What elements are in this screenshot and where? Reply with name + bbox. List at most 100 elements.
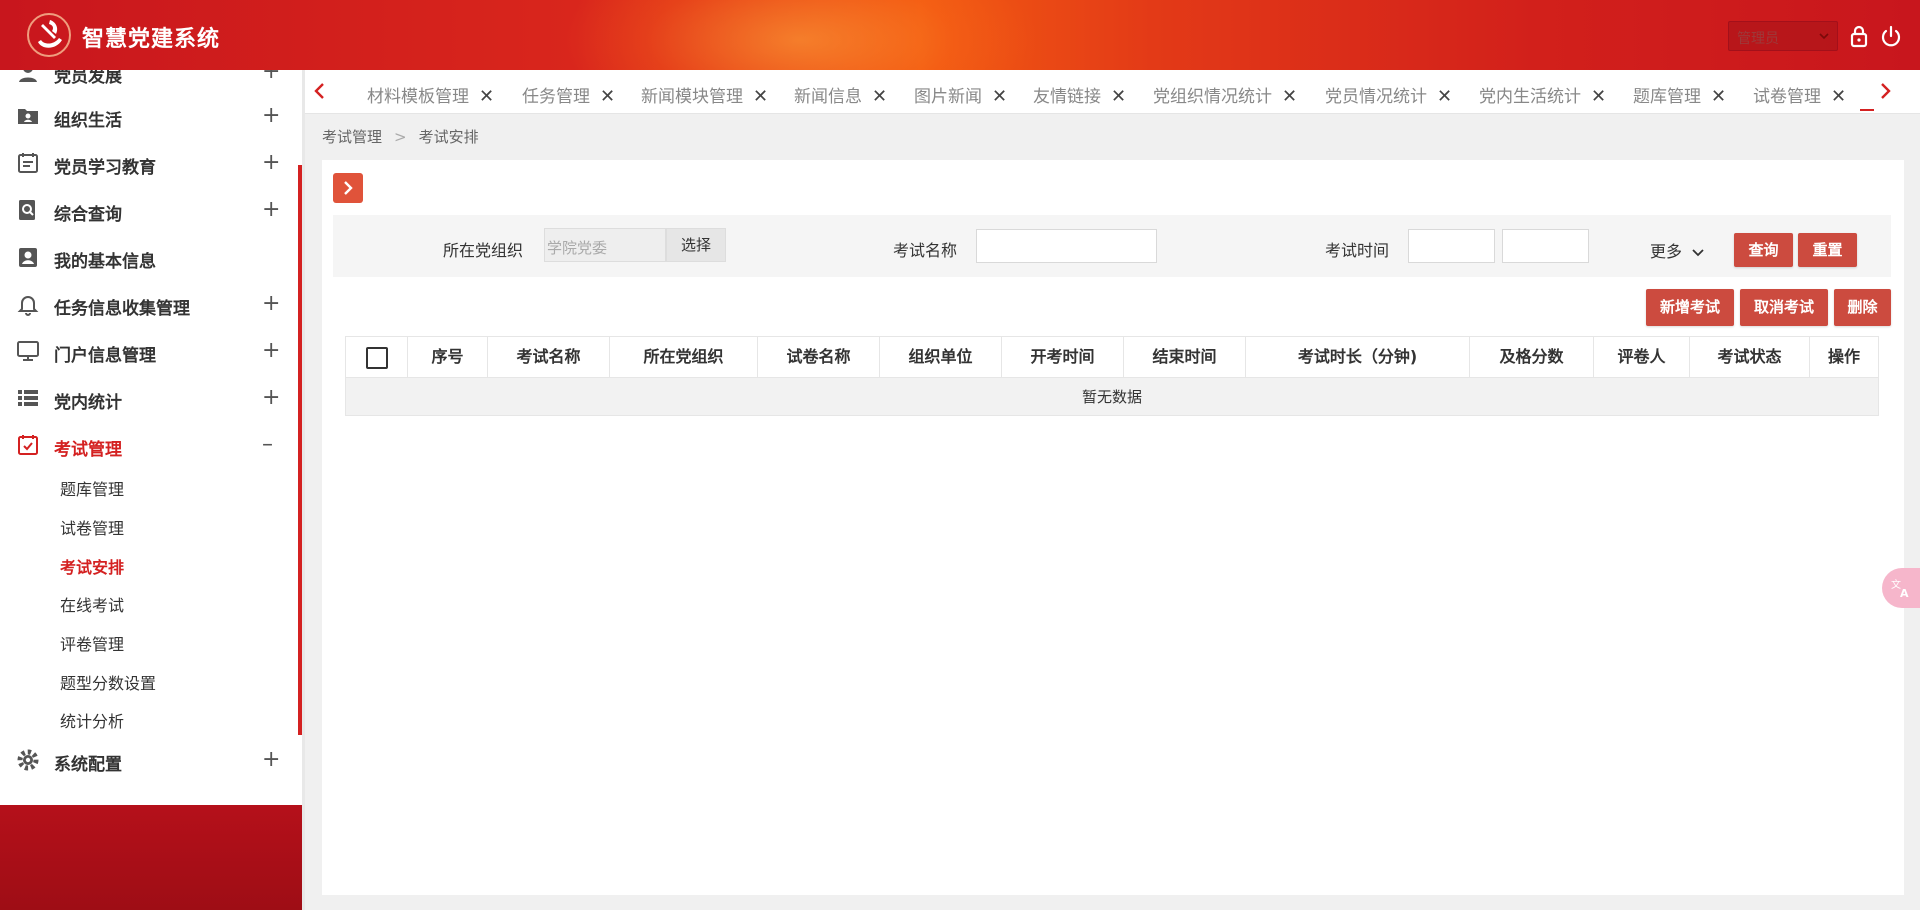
sidebar-item-label: 门户信息管理: [54, 346, 156, 366]
expand-icon: +: [262, 385, 281, 410]
select-all-checkbox[interactable]: [366, 347, 388, 369]
query-button[interactable]: 查询: [1734, 233, 1793, 267]
tab-label: 友情链接: [1033, 87, 1101, 107]
tab-item[interactable]: 党员情况统计 ✕: [1325, 82, 1452, 107]
close-icon[interactable]: ✕: [1831, 86, 1846, 107]
tab-label: 新闻信息: [794, 87, 862, 107]
role-select[interactable]: 管理员: [1728, 21, 1838, 51]
choose-org-button[interactable]: 选择: [666, 228, 726, 262]
submenu-question-bank[interactable]: 题库管理: [60, 476, 124, 500]
monitor-icon: [17, 341, 39, 361]
close-icon[interactable]: ✕: [1591, 86, 1606, 107]
sidebar-item-statistics[interactable]: 党内统计 +: [0, 374, 298, 420]
column-header: 评卷人: [1594, 337, 1690, 377]
close-icon[interactable]: ✕: [1437, 86, 1452, 107]
breadcrumb-parent[interactable]: 考试管理: [322, 128, 382, 146]
sidebar-item-portal[interactable]: 门户信息管理 +: [0, 327, 298, 373]
close-icon[interactable]: ✕: [992, 86, 1007, 107]
sidebar-item-label: 党员发展: [54, 70, 122, 87]
close-icon[interactable]: ✕: [1282, 86, 1297, 107]
sidebar-item-label: 任务信息收集管理: [54, 299, 190, 319]
sidebar-item-label: 党内统计: [54, 393, 122, 413]
chevron-left-icon[interactable]: [310, 80, 330, 102]
sidebar: 党员发展 + 组织生活 + 党员学习教育 + 综合查询 + 我的基本信息 任务信…: [0, 70, 302, 805]
expand-icon: +: [262, 103, 281, 128]
sidebar-item-exam[interactable]: 考试管理 –: [0, 421, 298, 467]
tab-item[interactable]: 试卷管理 ✕: [1753, 82, 1846, 107]
tab-item[interactable]: 新闻信息 ✕: [794, 82, 887, 107]
column-header: 试卷名称: [758, 337, 880, 377]
tab-item[interactable]: 任务管理 ✕: [522, 82, 615, 107]
sidebar-footer: [0, 805, 304, 910]
close-icon[interactable]: ✕: [1711, 86, 1726, 107]
add-exam-button[interactable]: 新增考试: [1646, 289, 1734, 326]
search-doc-icon: [19, 200, 35, 220]
tab-item[interactable]: 友情链接 ✕: [1033, 82, 1126, 107]
chevron-right-icon[interactable]: [1875, 80, 1895, 102]
cancel-exam-button[interactable]: 取消考试: [1740, 289, 1828, 326]
sidebar-item-study[interactable]: 党员学习教育 +: [0, 139, 298, 185]
filter-toggle-button[interactable]: [333, 173, 363, 203]
org-input[interactable]: 学院党委: [544, 228, 666, 262]
delete-button[interactable]: 删除: [1834, 289, 1891, 326]
org-label: 所在党组织: [443, 241, 524, 260]
submenu-grading[interactable]: 评卷管理: [60, 631, 124, 655]
tab-label: 图片新闻: [914, 87, 982, 107]
sidebar-item-task-collect[interactable]: 任务信息收集管理 +: [0, 280, 298, 326]
translate-button[interactable]: 文 A: [1882, 568, 1920, 608]
tab-item[interactable]: 党组织情况统计 ✕: [1153, 82, 1297, 107]
sidebar-item-system-config[interactable]: 系统配置 +: [0, 736, 298, 782]
chevron-right-icon: [344, 181, 353, 195]
submenu-paper[interactable]: 试卷管理: [60, 515, 124, 539]
calendar-icon: [18, 153, 38, 173]
more-filters-toggle[interactable]: 更多: [1650, 238, 1705, 262]
sidebar-item-query[interactable]: 综合查询 +: [0, 186, 298, 232]
tab-item[interactable]: 材料模板管理 ✕: [367, 82, 494, 107]
id-card-icon: [19, 248, 37, 267]
exam-name-input[interactable]: [976, 229, 1157, 263]
sidebar-item-my-info[interactable]: 我的基本信息: [0, 233, 298, 279]
sidebar-divider: [302, 70, 305, 910]
gear-icon: [17, 749, 39, 771]
exam-time-start-input[interactable]: [1408, 229, 1495, 263]
bell-icon: [17, 296, 39, 316]
party-emblem-icon: [27, 13, 71, 57]
breadcrumb: 考试管理 > 考试安排: [322, 128, 479, 146]
submenu-exam-arrange[interactable]: 考试安排: [60, 554, 124, 578]
column-header: 操作: [1827, 347, 1860, 366]
expand-icon: +: [262, 747, 281, 772]
close-icon[interactable]: ✕: [872, 86, 887, 107]
lock-icon[interactable]: [1848, 24, 1870, 48]
tab-item[interactable]: 图片新闻 ✕: [914, 82, 1007, 107]
reset-button[interactable]: 重置: [1798, 233, 1857, 267]
power-icon[interactable]: [1880, 24, 1902, 48]
more-label: 更多: [1650, 242, 1683, 261]
tab-item[interactable]: 题库管理 ✕: [1633, 82, 1726, 107]
exam-time-end-input[interactable]: [1502, 229, 1589, 263]
user-icon: [19, 70, 37, 82]
translate-icon: 文 A: [1891, 578, 1909, 599]
tab-label: 党内生活统计: [1479, 87, 1581, 107]
submenu-online-exam[interactable]: 在线考试: [60, 592, 124, 616]
table-header: 序号 考试名称 所在党组织 试卷名称 组织单位 开考时间 结束时间 考试时长（分…: [345, 336, 1879, 378]
close-icon[interactable]: ✕: [600, 86, 615, 107]
submenu-score-setting[interactable]: 题型分数设置: [60, 670, 156, 694]
tab-item[interactable]: 党内生活统计 ✕: [1479, 82, 1606, 107]
sidebar-item-org-life[interactable]: 组织生活 +: [0, 92, 298, 138]
tab-label: 党员情况统计: [1325, 87, 1427, 107]
expand-icon: +: [262, 338, 281, 363]
tab-label: 试卷管理: [1753, 87, 1821, 107]
close-icon[interactable]: ✕: [753, 86, 768, 107]
expand-icon: +: [262, 197, 281, 222]
close-icon[interactable]: ✕: [1111, 86, 1126, 107]
column-header: 考试状态: [1690, 337, 1810, 377]
close-icon[interactable]: ✕: [479, 86, 494, 107]
sidebar-item-label: 考试管理: [54, 440, 122, 460]
select-all-cell: [346, 337, 408, 377]
tab-item[interactable]: 新闻模块管理 ✕: [641, 82, 768, 107]
sidebar-item-member-development[interactable]: 党员发展 +: [0, 70, 298, 94]
column-header: 所在党组织: [610, 337, 758, 377]
header-flare: [560, 0, 1040, 70]
submenu-analysis[interactable]: 统计分析: [60, 708, 124, 732]
sidebar-item-label: 我的基本信息: [54, 252, 156, 272]
